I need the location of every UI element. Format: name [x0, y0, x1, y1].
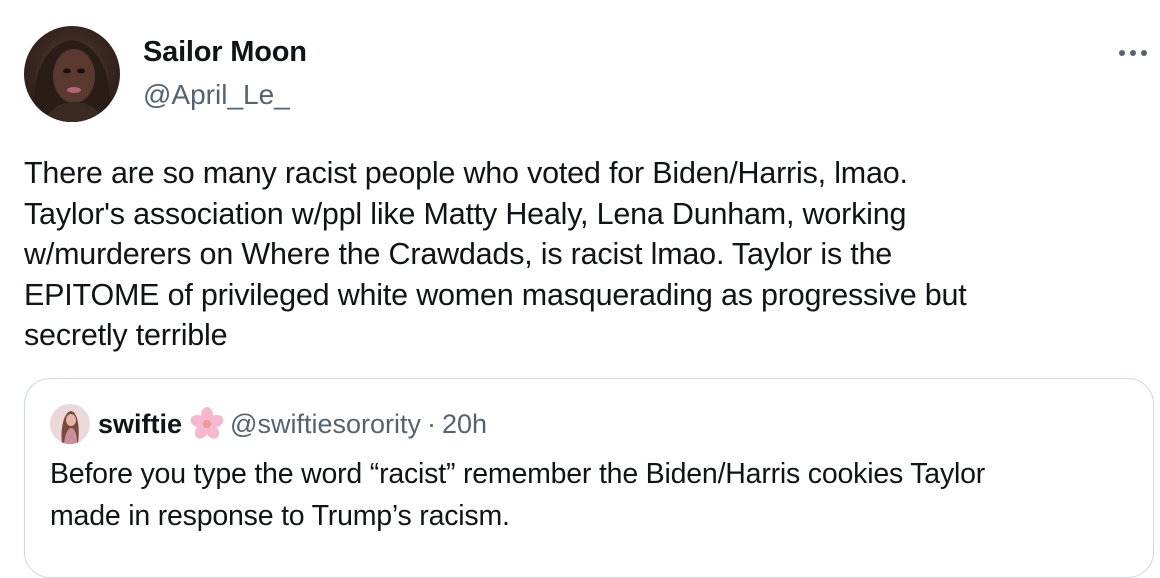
quoted-author-display-name[interactable]: swiftie: [98, 409, 182, 440]
quoted-tweet-timestamp[interactable]: 20h: [442, 409, 487, 440]
tweet-text: There are so many racist people who vote…: [24, 156, 967, 352]
author-handle[interactable]: @April_Le_: [143, 79, 290, 111]
quoted-tweet-header: swiftie @swiftiesorority · 20h: [98, 407, 487, 441]
quoted-tweet-text: Before you type the word “racist” rememb…: [50, 458, 986, 532]
quoted-author-avatar[interactable]: [50, 404, 90, 444]
more-options-button[interactable]: [1113, 38, 1153, 68]
author-avatar[interactable]: [24, 26, 120, 122]
separator-dot: ·: [426, 408, 436, 439]
author-display-name[interactable]: Sailor Moon: [143, 36, 307, 69]
profile-photo: [50, 404, 90, 444]
cherry-blossom-icon: [190, 407, 224, 441]
quoted-tweet-card[interactable]: swiftie @swiftiesorority · 20h Before yo…: [24, 378, 1154, 578]
profile-photo: [33, 40, 111, 122]
quoted-author-handle[interactable]: @swiftiesorority: [230, 409, 421, 440]
more-horizontal-icon: [1119, 50, 1147, 56]
